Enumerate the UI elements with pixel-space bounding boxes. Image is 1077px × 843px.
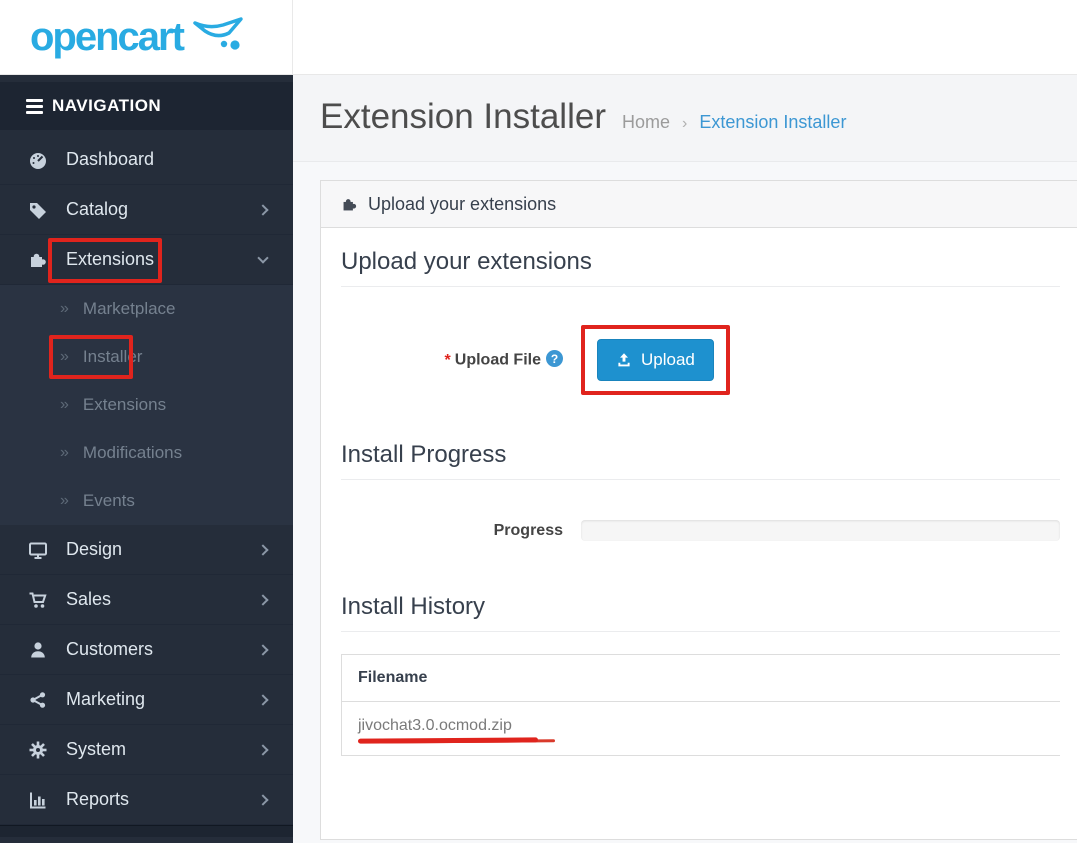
navigation-header: NAVIGATION [0, 82, 293, 130]
extensions-submenu: » Marketplace » Installer » Extensions »… [0, 285, 293, 525]
sidebar-item-catalog[interactable]: Catalog [0, 185, 293, 235]
cart-icon [26, 590, 50, 610]
sidebar-subitem-label: Modifications [82, 443, 183, 462]
share-icon [26, 690, 50, 710]
panel-heading-title: Upload your extensions [368, 193, 557, 214]
sidebar-subitem-events[interactable]: » Events [0, 477, 293, 525]
sidebar-subitem-label: Extensions [82, 395, 167, 414]
gear-icon [26, 740, 50, 760]
logo[interactable]: opencart [0, 0, 293, 74]
sidebar-item-label: Design [66, 539, 123, 559]
table-header-row: Filename [341, 654, 1060, 702]
sidebar-subitem-extensions[interactable]: » Extensions [0, 381, 293, 429]
sidebar-item-dashboard[interactable]: Dashboard [0, 135, 293, 185]
navigation-header-label: NAVIGATION [52, 96, 162, 115]
chevron-down-icon [257, 251, 269, 264]
table-row[interactable]: jivochat3.0.ocmod.zip [341, 701, 1060, 756]
progress-control-area [581, 520, 1060, 541]
filename-column-header: Filename [341, 654, 1060, 702]
sidebar-item-label: Sales [66, 589, 112, 609]
monitor-icon [26, 540, 50, 560]
progress-row: Progress [341, 520, 1060, 541]
upload-button-label: Upload [641, 350, 695, 369]
cart-logo-icon [193, 17, 243, 50]
annotation-underline-filename [357, 737, 539, 744]
puzzle-icon [26, 250, 50, 270]
install-history-table: Filename jivochat3.0.ocmod.zip [341, 654, 1060, 756]
sidebar-item-label: Dashboard [66, 149, 155, 169]
upload-control-area: Upload [581, 325, 1060, 395]
top-bar: opencart [0, 0, 1077, 75]
sidebar-item-reports[interactable]: Reports [0, 775, 293, 825]
page-title: Extension Installer [320, 97, 606, 136]
breadcrumb: Home › Extension Installer [622, 112, 846, 133]
sidebar-subitem-marketplace[interactable]: » Marketplace [0, 285, 293, 333]
chevron-right-icon [257, 743, 269, 756]
progress-bar [581, 520, 1060, 541]
breadcrumb-home[interactable]: Home [622, 112, 670, 132]
upload-icon [618, 353, 630, 367]
puzzle-icon [341, 196, 358, 213]
sidebar-item-label: Customers [66, 639, 154, 659]
chevron-right-icon [257, 793, 269, 806]
sidebar-item-label: Marketing [66, 689, 146, 709]
page-header: Extension Installer Home › Extension Ins… [293, 75, 1077, 162]
installer-panel: Upload your extensions Upload your exten… [320, 180, 1077, 840]
sidebar-item-label: System [66, 739, 127, 759]
sidebar-item-design[interactable]: Design [0, 525, 293, 575]
chevron-right-icon [257, 543, 269, 556]
upload-section-heading: Upload your extensions [341, 248, 1060, 287]
progress-section-heading: Install Progress [341, 441, 1060, 480]
sidebar-subitem-modifications[interactable]: » Modifications [0, 429, 293, 477]
dashboard-icon [26, 150, 50, 170]
double-arrow-icon: » [60, 492, 69, 509]
chevron-right-icon [257, 593, 269, 606]
double-arrow-icon: » [60, 348, 69, 365]
required-marker: * [444, 351, 451, 369]
panel-body: Upload your extensions * Upload File? Upl… [321, 228, 1077, 776]
sidebar-subitem-label: Events [82, 491, 135, 510]
tags-icon [26, 200, 50, 220]
sidebar-item-marketing[interactable]: Marketing [0, 675, 293, 725]
chevron-right-icon [257, 643, 269, 656]
breadcrumb-separator: › [682, 115, 688, 132]
content-area: Upload your extensions Upload your exten… [293, 162, 1077, 840]
filename-cell: jivochat3.0.ocmod.zip [341, 701, 1060, 756]
sidebar-item-customers[interactable]: Customers [0, 625, 293, 675]
sidebar-item-label: Reports [66, 789, 130, 809]
panel-heading: Upload your extensions [321, 181, 1077, 228]
upload-file-row: * Upload File? Upload [341, 325, 1060, 395]
main-content: Extension Installer Home › Extension Ins… [293, 75, 1077, 843]
upload-file-label-text: Upload File [454, 351, 541, 369]
progress-label: Progress [493, 521, 563, 539]
sidebar-subitem-installer[interactable]: » Installer [0, 333, 293, 381]
upload-button[interactable]: Upload [597, 339, 714, 381]
double-arrow-icon: » [60, 300, 69, 317]
sidebar-item-label: Catalog [66, 199, 129, 219]
sidebar-item-sales[interactable]: Sales [0, 575, 293, 625]
history-section-heading: Install History [341, 593, 1060, 632]
logo-text: opencart [30, 15, 185, 59]
sidebar-menu: Dashboard Catalog Extensions » Marketpla… [0, 135, 293, 837]
upload-file-label: * Upload File? [341, 350, 581, 370]
sidebar-item-extensions[interactable]: Extensions [0, 235, 293, 285]
filename-text: jivochat3.0.ocmod.zip [358, 717, 512, 734]
sidebar-item-system[interactable]: System [0, 725, 293, 775]
bar-chart-icon [26, 790, 50, 810]
sidebar: NAVIGATION Dashboard Catalog Extensions [0, 75, 293, 843]
chevron-right-icon [257, 693, 269, 706]
double-arrow-icon: » [60, 444, 69, 461]
breadcrumb-current[interactable]: Extension Installer [699, 112, 846, 132]
help-question-icon[interactable]: ? [546, 350, 563, 368]
sidebar-subitem-label: Installer [82, 347, 143, 366]
annotation-box-upload-button: Upload [581, 325, 730, 395]
hamburger-icon[interactable] [26, 98, 43, 114]
sidebar-item-label: Extensions [66, 249, 155, 269]
user-icon [26, 640, 50, 660]
sidebar-subitem-label: Marketplace [82, 299, 176, 318]
double-arrow-icon: » [60, 396, 69, 413]
chevron-right-icon [257, 203, 269, 216]
sidebar-bottom-strip [0, 825, 293, 837]
